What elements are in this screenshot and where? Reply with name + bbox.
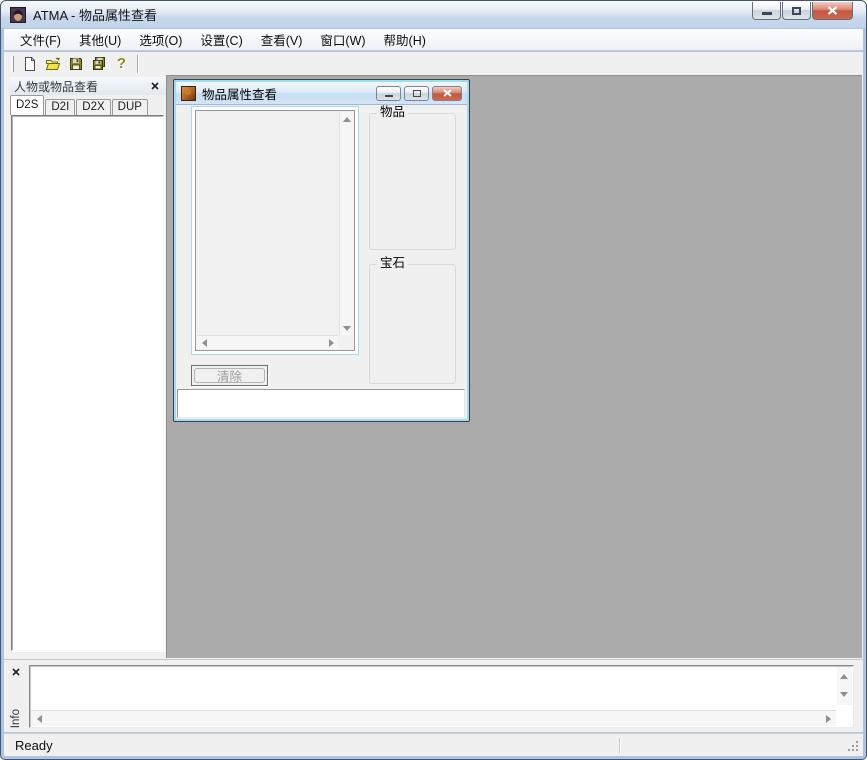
restore-button[interactable]	[782, 2, 811, 20]
arrow-right-icon	[826, 715, 831, 723]
info-horizontal-scrollbar[interactable]	[31, 710, 836, 726]
caption-buttons	[752, 2, 853, 20]
item-viewer-icon	[181, 86, 196, 101]
close-icon	[443, 89, 452, 97]
menu-other[interactable]: 其他(U)	[70, 27, 130, 52]
mdi-area: 物品属性查看	[166, 75, 862, 658]
scroll-down-button[interactable]	[340, 321, 354, 335]
left-dock-panel: 人物或物品查看 D2S D2I D2X DUP	[9, 77, 166, 657]
toolbar: ?	[4, 52, 863, 75]
menu-view[interactable]: 查看(V)	[252, 27, 312, 52]
minimize-button[interactable]	[752, 2, 781, 20]
info-output-area[interactable]	[29, 665, 854, 728]
arrow-down-icon	[343, 326, 351, 331]
info-panel-label: Info	[10, 709, 22, 728]
new-file-button[interactable]	[18, 53, 41, 75]
open-file-icon	[45, 56, 61, 72]
vertical-scrollbar[interactable]	[339, 112, 353, 335]
info-vertical-scrollbar[interactable]	[837, 667, 852, 705]
info-dock-panel: Info	[4, 659, 863, 732]
save-all-icon	[91, 56, 107, 72]
resize-grip[interactable]	[847, 740, 859, 752]
statusbar-divider	[619, 738, 620, 753]
toolbar-grip[interactable]	[11, 56, 14, 72]
gem-groupbox: 宝石	[369, 264, 456, 384]
item-groupbox: 物品	[369, 113, 456, 250]
tab-d2s[interactable]: D2S	[10, 95, 44, 115]
tab-d2x[interactable]: D2X	[76, 99, 110, 115]
item-viewer-client: 清除 物品 宝石	[176, 105, 467, 419]
minimize-icon	[762, 12, 772, 15]
arrow-up-icon	[840, 674, 848, 679]
menu-file[interactable]: 文件(F)	[11, 27, 70, 52]
item-viewer-bottom-strip	[177, 389, 465, 418]
arrow-up-icon	[343, 117, 351, 122]
menubar: 文件(F) 其他(U) 选项(O) 设置(C) 查看(V) 窗口(W) 帮助(H…	[4, 29, 863, 51]
scroll-right-button[interactable]	[821, 712, 835, 726]
left-panel-header[interactable]: 人物或物品查看	[9, 77, 166, 95]
item-viewer-caption-buttons	[376, 86, 462, 101]
minimize-icon	[385, 95, 393, 97]
character-list[interactable]	[11, 115, 164, 651]
menu-options[interactable]: 选项(O)	[130, 27, 191, 52]
arrow-down-icon	[840, 692, 848, 697]
titlebar[interactable]: ATMA - 物品属性查看	[1, 1, 866, 28]
window-title: ATMA - 物品属性查看	[33, 5, 157, 24]
workspace: 人物或物品查看 D2S D2I D2X DUP	[4, 75, 863, 659]
item-viewer-window: 物品属性查看	[173, 79, 470, 422]
scroll-right-button[interactable]	[324, 336, 338, 350]
arrow-left-icon	[37, 715, 42, 723]
save-all-button[interactable]	[87, 53, 110, 75]
item-groupbox-label: 物品	[377, 105, 408, 120]
statusbar: Ready	[4, 733, 863, 756]
arrow-right-icon	[329, 339, 334, 347]
help-icon: ?	[117, 55, 126, 72]
item-viewer-titlebar[interactable]: 物品属性查看	[176, 82, 467, 105]
scroll-left-button[interactable]	[32, 712, 46, 726]
restore-icon	[413, 90, 421, 97]
new-file-icon	[22, 56, 38, 72]
arrow-left-icon	[202, 339, 207, 347]
info-panel-gutter: Info	[9, 665, 28, 729]
info-panel-close-button[interactable]	[9, 665, 22, 678]
item-description-container	[191, 106, 359, 355]
menu-settings[interactable]: 设置(C)	[191, 27, 251, 52]
close-button[interactable]	[812, 2, 853, 20]
gem-groupbox-label: 宝石	[377, 256, 408, 271]
child-minimize-button[interactable]	[376, 86, 401, 101]
status-text: Ready	[15, 738, 53, 753]
child-restore-button[interactable]	[404, 86, 429, 101]
close-icon	[827, 6, 838, 15]
app-icon	[10, 7, 26, 23]
left-panel-title: 人物或物品查看	[14, 78, 98, 95]
toolbar-separator	[137, 55, 138, 73]
scroll-up-button[interactable]	[340, 112, 354, 126]
close-icon	[151, 82, 159, 90]
open-file-button[interactable]	[41, 53, 64, 75]
tab-dup[interactable]: DUP	[112, 99, 148, 115]
close-icon	[12, 668, 20, 676]
save-button[interactable]	[64, 53, 87, 75]
left-panel-tabs: D2S D2I D2X DUP	[9, 95, 166, 115]
item-description-area[interactable]	[195, 110, 355, 351]
item-viewer-frame: 物品属性查看	[176, 82, 467, 419]
scroll-up-button[interactable]	[837, 669, 851, 683]
menu-window[interactable]: 窗口(W)	[311, 27, 374, 52]
restore-icon	[792, 7, 801, 15]
child-close-button[interactable]	[432, 86, 462, 101]
clear-button-label: 清除	[194, 368, 265, 383]
tab-d2i[interactable]: D2I	[45, 99, 75, 115]
clear-button[interactable]: 清除	[191, 365, 268, 386]
menu-help[interactable]: 帮助(H)	[375, 27, 435, 52]
horizontal-scrollbar[interactable]	[197, 335, 338, 349]
scroll-down-button[interactable]	[837, 687, 851, 701]
save-icon	[68, 56, 84, 72]
app-window: ATMA - 物品属性查看 文件(F) 其他(U) 选项(O) 设置(C) 查看…	[0, 0, 867, 760]
scroll-left-button[interactable]	[197, 336, 211, 350]
help-button[interactable]: ?	[110, 53, 133, 75]
item-viewer-title: 物品属性查看	[202, 84, 277, 103]
left-panel-close-button[interactable]	[149, 80, 161, 92]
